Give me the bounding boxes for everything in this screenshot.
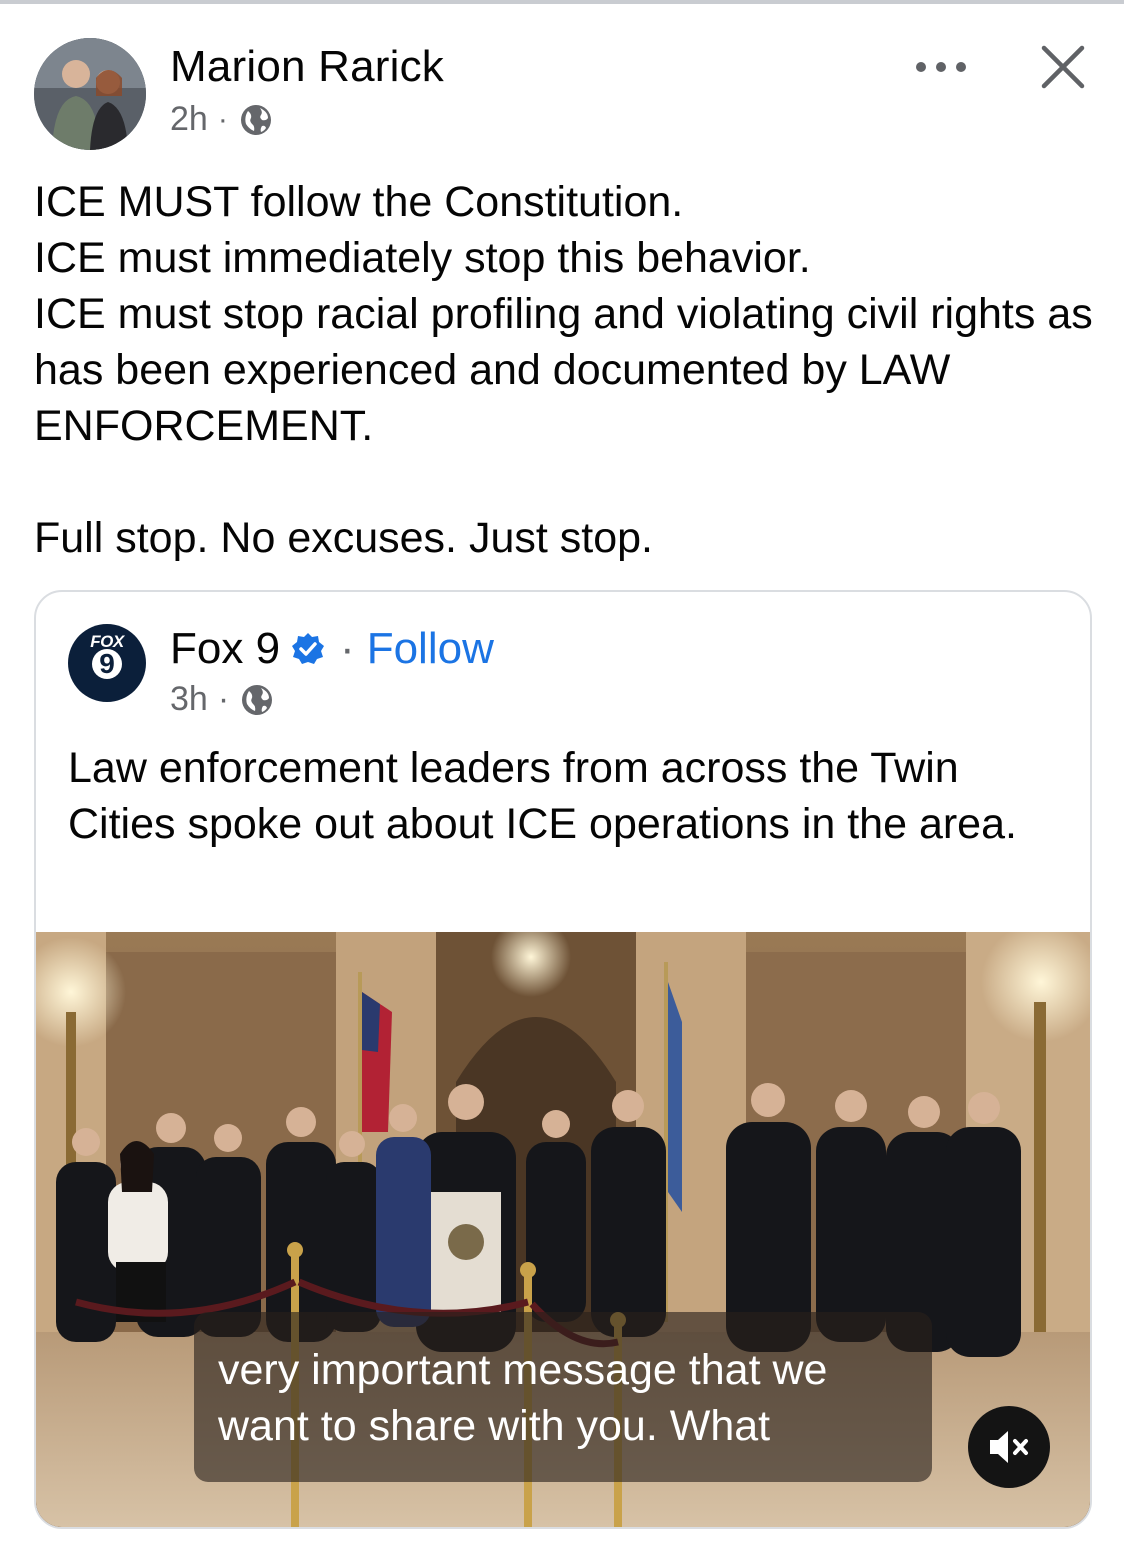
- more-options-icon[interactable]: [916, 52, 966, 82]
- author-avatar[interactable]: [34, 38, 146, 150]
- fox9-logo[interactable]: FOX 9: [68, 624, 146, 702]
- more-dot: [916, 62, 926, 72]
- shared-source-header: Fox 9 · Follow: [170, 624, 494, 674]
- shared-time[interactable]: 3h: [170, 680, 208, 719]
- post-body: ICE MUST follow the Constitution. ICE mu…: [34, 174, 1094, 566]
- caption-line: want to share with you. What: [218, 1402, 771, 1450]
- globe-icon: [242, 684, 273, 715]
- source-name[interactable]: Fox 9: [170, 624, 280, 674]
- verified-badge-icon: [292, 633, 325, 664]
- shared-meta: 3h ·: [170, 680, 275, 719]
- meta-separator: ·: [217, 680, 230, 718]
- shared-post-card[interactable]: FOX 9 Fox 9 · Follow 3h · Law enforcemen…: [34, 590, 1092, 1529]
- top-divider: [0, 0, 1124, 4]
- post-closing: Full stop. No excuses. Just stop.: [34, 514, 653, 562]
- logo-number: 9: [92, 649, 122, 679]
- more-dot: [956, 62, 966, 72]
- post-line: ICE MUST follow the Constitution.: [34, 178, 684, 226]
- caption-line: very important message that we: [218, 1346, 828, 1394]
- follow-button[interactable]: Follow: [367, 624, 494, 674]
- shared-post-text: Law enforcement leaders from across the …: [68, 744, 1017, 848]
- avatar-photo: [34, 38, 146, 150]
- post-meta: 2h ·: [170, 100, 274, 139]
- close-icon[interactable]: [1038, 42, 1088, 92]
- speaker-muted-icon: [990, 1431, 1028, 1463]
- mute-toggle-button[interactable]: [968, 1406, 1050, 1488]
- globe-icon: [240, 104, 271, 135]
- author-name[interactable]: Marion Rarick: [170, 42, 444, 92]
- post-line: ICE must stop racial profiling and viola…: [34, 290, 1093, 450]
- more-dot: [936, 62, 946, 72]
- video-player[interactable]: very important message that we want to s…: [36, 932, 1090, 1527]
- post-time[interactable]: 2h: [170, 100, 208, 139]
- meta-separator: ·: [217, 102, 228, 136]
- follow-separator: ·: [340, 624, 355, 673]
- post-line: ICE must immediately stop this behavior.: [34, 234, 811, 282]
- video-caption: very important message that we want to s…: [194, 1312, 932, 1482]
